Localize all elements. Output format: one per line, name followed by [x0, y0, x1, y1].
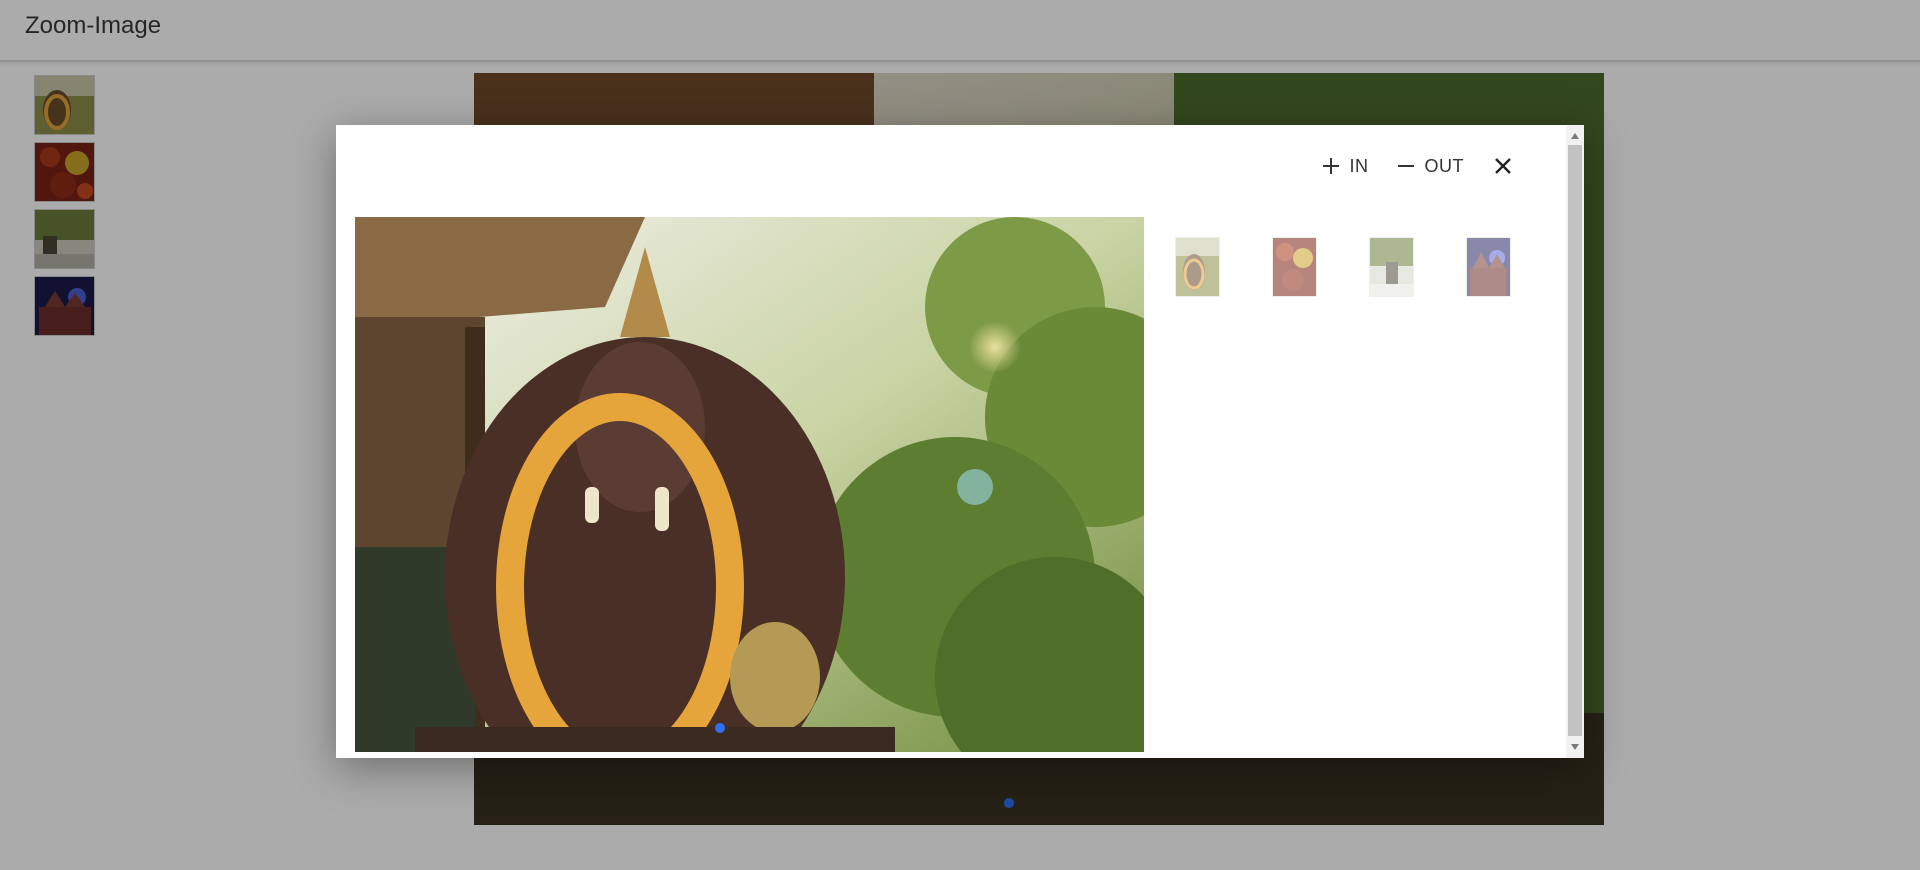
zoom-in-button[interactable]: IN [1322, 156, 1369, 177]
zoom-out-label: OUT [1424, 155, 1464, 176]
plus-icon [1322, 158, 1339, 174]
minus-icon [1397, 165, 1414, 167]
modal-thumbnail-ganesha[interactable] [1175, 237, 1220, 297]
modal-thumbnail-leaves[interactable] [1272, 237, 1317, 297]
zoom-toolbar: IN OUT [1322, 155, 1515, 177]
modal-thumbnail-forest[interactable] [1369, 237, 1414, 297]
scroll-up-arrow-icon[interactable] [1571, 133, 1579, 139]
modal-thumbnail-temple[interactable] [1466, 237, 1511, 297]
scrollbar-thumb[interactable] [1568, 145, 1582, 736]
modal-carousel-indicator[interactable] [715, 723, 725, 733]
zoom-in-label: IN [1349, 155, 1369, 176]
modal-scrollbar[interactable] [1566, 125, 1584, 758]
close-icon[interactable] [1492, 155, 1514, 177]
scroll-down-arrow-icon[interactable] [1571, 744, 1579, 750]
zoom-modal: IN OUT [336, 125, 1584, 758]
zoomed-image[interactable] [355, 217, 1144, 752]
modal-thumbnail-strip [1175, 237, 1511, 297]
zoom-out-button[interactable]: OUT [1397, 156, 1465, 177]
